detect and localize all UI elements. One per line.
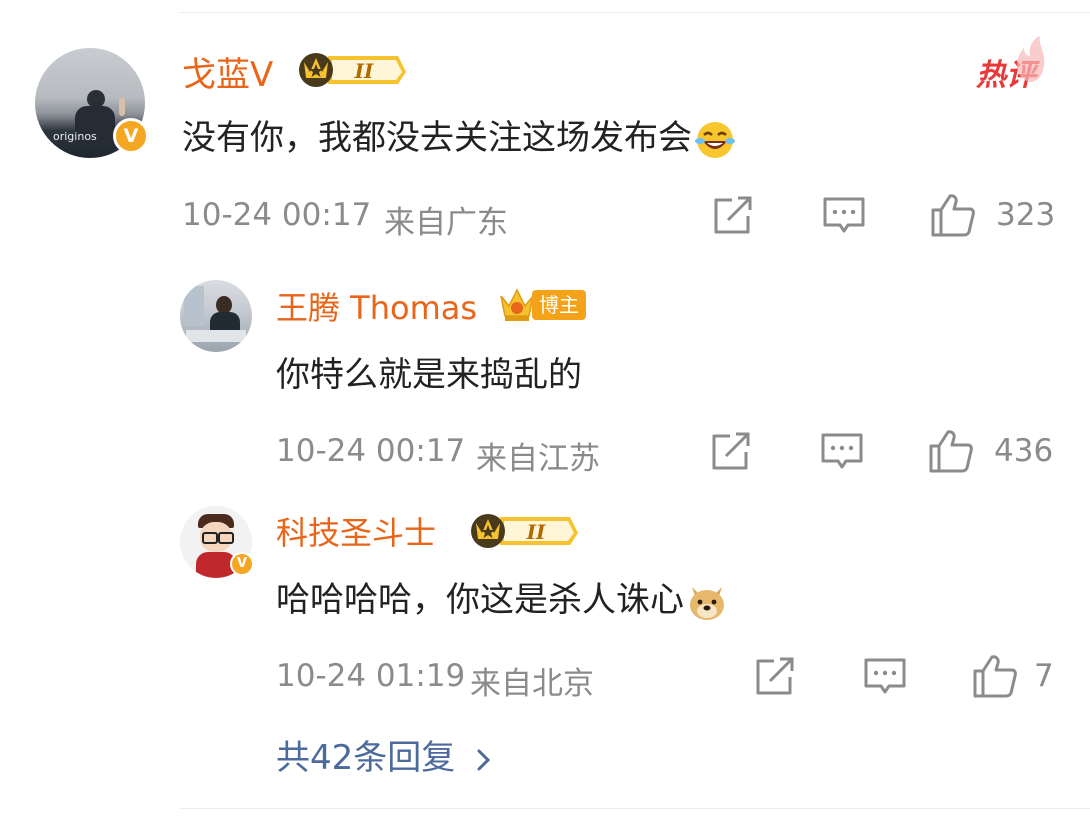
more-replies-link[interactable]: 共42条回复: [276, 730, 494, 779]
share-icon[interactable]: [754, 657, 796, 697]
blogger-badge: 博主: [532, 290, 586, 320]
timestamp: 10-24 00:17: [182, 197, 372, 233]
location: 来自北京: [470, 666, 594, 702]
username[interactable]: 王腾 Thomas: [276, 283, 477, 329]
avatar[interactable]: V: [180, 506, 254, 578]
share-icon[interactable]: [712, 196, 754, 236]
like-icon[interactable]: [930, 192, 976, 238]
level-crown-badge-icon: II: [299, 53, 406, 87]
like-icon[interactable]: [972, 653, 1018, 699]
like-icon[interactable]: [928, 428, 974, 474]
verified-v-icon: V: [113, 118, 149, 154]
avatar[interactable]: originos V: [35, 48, 149, 158]
avatar[interactable]: [180, 280, 252, 352]
flame-icon: [1017, 36, 1045, 82]
chevron-right-icon: [477, 749, 491, 770]
comment-icon[interactable]: [822, 195, 866, 237]
username[interactable]: 科技圣斗士: [276, 508, 436, 554]
divider: [180, 12, 1090, 13]
laugh-cry-emoji-icon: [695, 121, 735, 158]
like-count: 323: [996, 197, 1056, 233]
share-icon[interactable]: [710, 432, 752, 472]
comment-text: 哈哈哈哈，你这是杀人诛心: [276, 572, 728, 623]
like-count: 436: [994, 433, 1054, 469]
comment-icon[interactable]: [820, 431, 864, 473]
verified-v-icon: V: [230, 552, 254, 576]
level-text: II: [354, 59, 374, 83]
level-crown-badge-icon: II: [471, 514, 578, 548]
divider: [180, 808, 1090, 809]
location: 来自江苏: [476, 441, 600, 477]
doge-emoji-icon: [690, 586, 724, 620]
timestamp: 10-24 00:17: [276, 433, 466, 469]
level-text: II: [526, 520, 546, 544]
avatar-brand-text: originos: [53, 130, 97, 143]
comment-text: 你特么就是来捣乱的: [276, 355, 582, 395]
like-count: 7: [1034, 658, 1054, 694]
comment-icon[interactable]: [863, 656, 907, 698]
blogger-crown-icon: [500, 288, 534, 321]
timestamp: 10-24 01:19: [276, 658, 466, 694]
comment-thread: originos V 戈蓝V II 热评 没有你，我都没去关注这场发布会 10-…: [0, 0, 1090, 817]
location: 来自广东: [384, 205, 508, 241]
username[interactable]: 戈蓝V: [182, 47, 273, 96]
comment-text: 没有你，我都没去关注这场发布会: [182, 110, 736, 161]
